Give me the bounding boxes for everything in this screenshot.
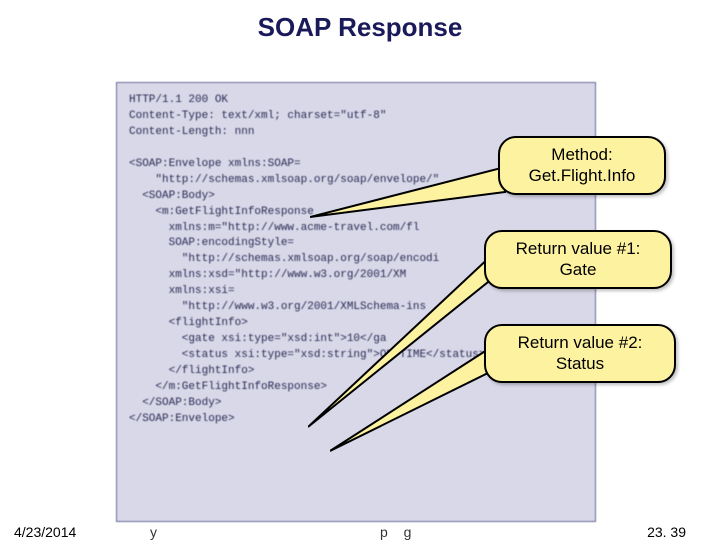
footer-date: 4/23/2014 bbox=[14, 524, 76, 540]
callout-r1-value: Gate bbox=[560, 260, 597, 279]
callout-return2: Return value #2: Status bbox=[484, 324, 676, 383]
footer-mid-right: p g bbox=[380, 524, 417, 540]
callout-r2-label: Return value #2: bbox=[518, 333, 643, 352]
callout-r1-label: Return value #1: bbox=[516, 239, 641, 258]
callout-r2-value: Status bbox=[556, 354, 604, 373]
callout-return1: Return value #1: Gate bbox=[484, 230, 672, 289]
callout-method-label: Method: bbox=[551, 145, 612, 164]
page-title: SOAP Response bbox=[0, 12, 720, 43]
footer-page: 23. 39 bbox=[647, 524, 686, 540]
footer-mid-left: y bbox=[150, 524, 163, 540]
callout-method-value: Get.Flight.Info bbox=[529, 166, 636, 185]
callout-method: Method: Get.Flight.Info bbox=[498, 136, 666, 195]
